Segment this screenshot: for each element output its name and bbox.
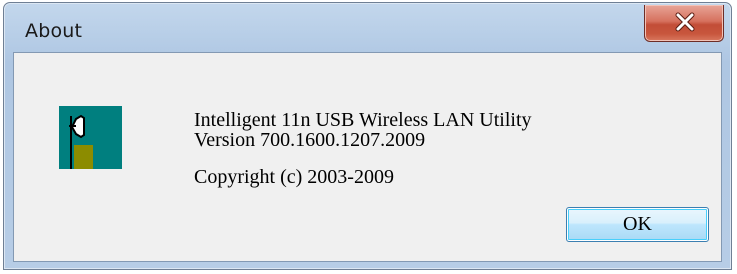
close-icon xyxy=(675,12,695,32)
about-dialog: About Intelligent 11n USB Wireless LAN U… xyxy=(3,2,732,270)
dialog-body: Intelligent 11n USB Wireless LAN Utility… xyxy=(13,52,722,262)
window-title: About xyxy=(25,20,83,42)
version-text: Version 700.1600.1207.2009 xyxy=(194,129,426,151)
close-button[interactable] xyxy=(644,5,724,42)
ok-button[interactable]: OK xyxy=(566,207,709,242)
copyright-text: Copyright (c) 2003-2009 xyxy=(194,166,394,188)
wireless-adapter-icon xyxy=(59,106,122,169)
